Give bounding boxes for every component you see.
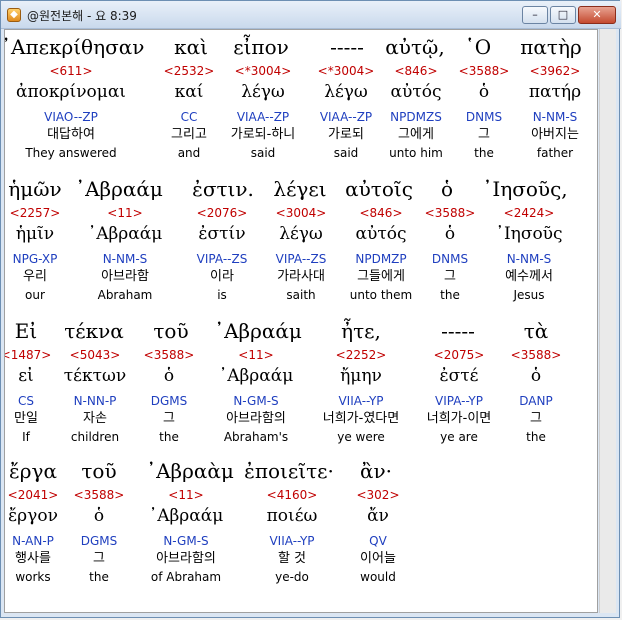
greek-word[interactable]: τὰ — [466, 319, 597, 343]
lemma-word: ὁ — [530, 366, 542, 386]
korean-gloss: 아버지는 — [531, 127, 579, 142]
minimize-button[interactable]: – — [522, 6, 548, 24]
title-bar[interactable]: ◆ @원전본해 - 요 8:39 – □ ✕ — [1, 1, 621, 29]
window-title: @원전본해 - 요 8:39 — [27, 9, 137, 23]
korean-gloss: 그 — [530, 411, 542, 426]
greek-word[interactable]: ᾿Ιησοῦς, — [455, 177, 595, 201]
maximize-button[interactable]: □ — [550, 6, 576, 24]
parse-code: QV — [369, 534, 387, 548]
strong-number[interactable]: <2424> — [459, 206, 597, 220]
interlinear-view: ᾿Απεκρίθησαν <611> ἀποκρίνομαι VIAO--ZP 대답하여… — [4, 29, 598, 613]
greek-word[interactable]: ἂν· — [306, 459, 446, 483]
korean-gloss: 이어늘 — [360, 551, 396, 566]
english-gloss: the — [526, 430, 546, 444]
parse-code: N-NM-S — [532, 110, 578, 124]
greek-word[interactable]: πατὴρ — [481, 35, 597, 59]
english-gloss: Jesus — [513, 288, 545, 302]
lemma-word: πατήρ — [528, 82, 582, 102]
strong-number[interactable]: <3588> — [466, 348, 597, 362]
lemma-word: ᾿Ιησοῦς — [495, 224, 563, 244]
app-icon: ◆ — [7, 8, 21, 22]
english-gloss: would — [360, 570, 396, 584]
parse-code: DANP — [519, 394, 553, 408]
english-gloss: father — [536, 146, 574, 160]
close-button[interactable]: ✕ — [578, 6, 616, 24]
strong-number[interactable]: <302> — [308, 488, 448, 502]
parse-code: N-NM-S — [506, 252, 552, 266]
lemma-word: ἄν — [367, 506, 389, 526]
korean-gloss: 예수께서 — [505, 269, 553, 284]
strong-number[interactable]: <3962> — [485, 64, 597, 78]
vertical-scrollbar[interactable] — [599, 29, 616, 613]
